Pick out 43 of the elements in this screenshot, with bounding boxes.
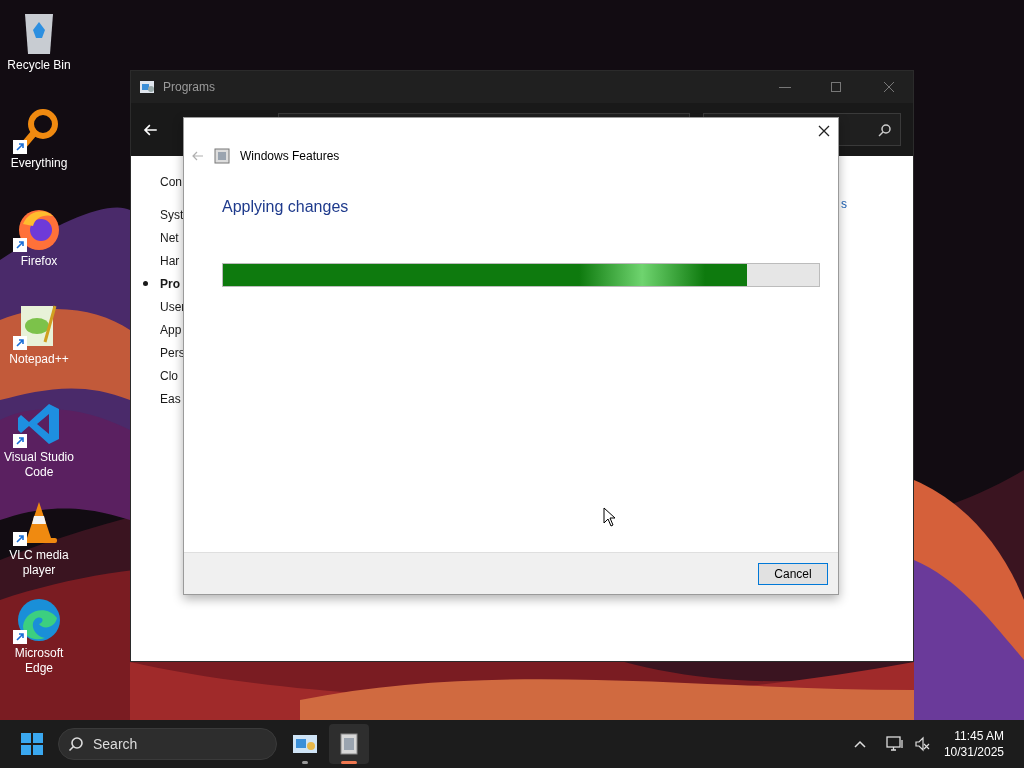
sidebar-link[interactable]: User [160, 297, 186, 316]
minimize-icon[interactable] [779, 86, 791, 88]
sidebar-link[interactable]: Syst [160, 205, 184, 224]
app-indicator [341, 761, 357, 764]
clock-date[interactable]: 10/31/2025 [943, 744, 1004, 760]
sidebar-link[interactable]: Con [160, 172, 182, 191]
control-panel-icon [292, 733, 318, 755]
sidebar-link[interactable]: App [160, 320, 182, 339]
status-heading: Applying changes [222, 197, 350, 217]
swirl-icon [15, 596, 63, 644]
desktop-icon-label[interactable]: Microsoft Edge [0, 646, 78, 676]
network-icon[interactable] [885, 736, 904, 752]
desktop-icon-label[interactable]: Notepad++ [9, 352, 69, 367]
desktop-icon-label[interactable]: Firefox [20, 254, 58, 269]
control-panel-icon [139, 79, 155, 95]
app-indicator [302, 761, 308, 764]
taskbar-app[interactable] [329, 724, 369, 764]
desktop-icon-label[interactable]: Recycle Bin [7, 58, 71, 73]
sidebar-link[interactable]: Net [160, 228, 179, 247]
sidebar-link[interactable]: Eas [160, 389, 181, 408]
sidebar-link[interactable]: Clo [160, 366, 178, 385]
features-icon [214, 148, 230, 164]
search-field[interactable]: Search [58, 728, 277, 760]
start-icon[interactable] [21, 733, 43, 755]
maximize-icon[interactable] [831, 82, 841, 92]
desktop-icon-label[interactable]: VLC media player [0, 548, 78, 578]
sidebar-link[interactable]: Har [160, 251, 180, 270]
window-title: Programs [163, 79, 215, 96]
sidebar-link[interactable]: Pro [160, 274, 180, 293]
desktop-icon-label[interactable]: Everything [10, 156, 68, 171]
speaker-muted-icon[interactable] [913, 736, 930, 752]
close-icon[interactable] [818, 125, 830, 137]
search-icon [68, 736, 84, 752]
clock-time[interactable]: 11:45 AM [954, 728, 1004, 744]
desktop-icon-label[interactable]: Visual Studio Code [0, 450, 78, 480]
search-input[interactable]: Search [93, 733, 243, 755]
features-icon [339, 732, 359, 756]
cursor-icon [603, 507, 616, 527]
chevron-up-icon[interactable] [853, 740, 866, 748]
link-fragment[interactable]: s [841, 195, 847, 211]
search-icon [878, 122, 892, 137]
cancel-button[interactable]: Cancel [758, 562, 828, 585]
dialog-title: Windows Features [240, 148, 340, 165]
